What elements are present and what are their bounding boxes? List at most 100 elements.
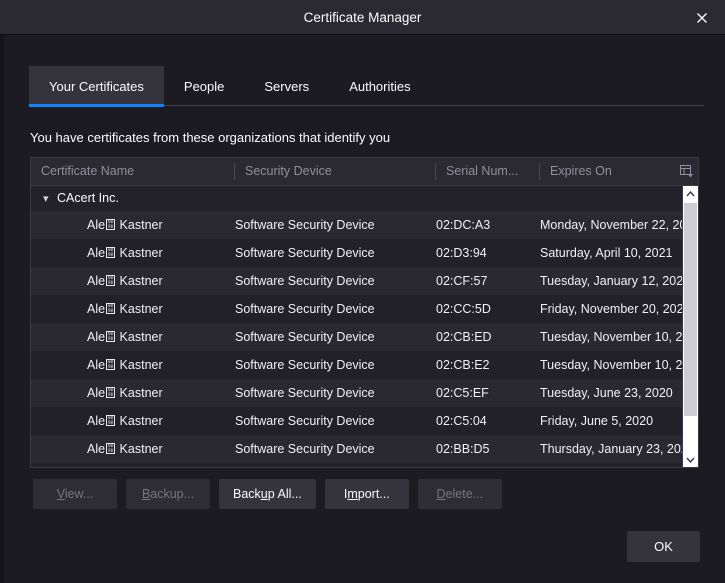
tab-servers[interactable]: Servers (244, 66, 329, 106)
table-row[interactable]: Ale0098 Kastner Software Security Device… (31, 351, 698, 379)
table-row[interactable]: Ale0098 Kastner Software Security Device… (31, 239, 698, 267)
name-suffix: Kastner (116, 330, 163, 344)
chevron-down-icon[interactable]: ▾ (43, 187, 57, 212)
tab-list: Your Certificates People Servers Authori… (29, 66, 431, 106)
scrollbar-thumb[interactable] (684, 203, 697, 416)
name-suffix: Kastner (116, 274, 163, 288)
name-prefix: Ale (87, 246, 105, 260)
name-prefix: Ale (87, 302, 105, 316)
window-title: Certificate Manager (0, 0, 725, 35)
view-button-label: View... (57, 487, 94, 501)
cell-serial-number: 02:CC:5D (436, 295, 491, 323)
name-suffix: Kastner (116, 218, 163, 232)
cell-security-device: Software Security Device (235, 211, 375, 239)
delete-button[interactable]: Delete... (418, 479, 502, 509)
cell-security-device: Software Security Device (235, 407, 375, 435)
cell-certificate-name: Ale0098 Kastner (87, 351, 163, 379)
column-header-expires-on[interactable]: Expires On (540, 158, 675, 185)
cell-security-device: Software Security Device (235, 239, 375, 267)
cell-expires-on: Friday, November 20, 2020 (540, 295, 691, 323)
missing-glyph-box-icon: 0098 (106, 247, 115, 258)
scroll-down-arrow-icon[interactable] (683, 452, 698, 468)
cell-serial-number: 02:D3:94 (436, 239, 487, 267)
cell-expires-on: Tuesday, January 12, 2021 (540, 267, 690, 295)
table-row[interactable]: Ale0098 Kastner Software Security Device… (31, 323, 698, 351)
tab-strip: Your Certificates People Servers Authori… (4, 36, 725, 110)
name-suffix: Kastner (116, 442, 163, 456)
ok-button-label: OK (654, 539, 673, 554)
missing-glyph-box-icon: 0098 (106, 415, 115, 426)
cell-serial-number: 02:CB:ED (436, 323, 492, 351)
cell-expires-on: Tuesday, November 10, 2020 (540, 323, 698, 351)
cell-certificate-name: Ale0098 Kastner (87, 435, 163, 463)
cell-certificate-name: Ale0098 Kastner (87, 407, 163, 435)
tab-label: Authorities (349, 79, 410, 94)
backup-all-button[interactable]: Backup All... (219, 479, 316, 509)
name-prefix: Ale (87, 218, 105, 232)
cell-serial-number: 02:BB:D5 (436, 435, 490, 463)
action-button-row: View... Backup... Backup All... Import..… (33, 479, 502, 509)
cell-serial-number: 02:CB:E2 (436, 351, 490, 379)
cell-security-device: Software Security Device (235, 379, 375, 407)
cell-expires-on: Monday, November 22, 2021 (540, 211, 698, 239)
column-header-security-device[interactable]: Security Device (235, 158, 435, 185)
backup-button-label: Backup... (142, 487, 194, 501)
intro-text: You have certificates from these organiz… (30, 130, 390, 145)
scroll-up-arrow-icon[interactable] (683, 186, 698, 202)
cell-security-device: Software Security Device (235, 323, 375, 351)
cell-certificate-name: Ale0098 Kastner (87, 211, 163, 239)
cell-expires-on: Tuesday, June 23, 2020 (540, 379, 673, 407)
column-header-serial-number[interactable]: Serial Num... (436, 158, 539, 185)
tab-label: People (184, 79, 224, 94)
import-button-label: Import... (344, 487, 390, 501)
cell-serial-number: 02:C5:EF (436, 379, 489, 407)
missing-glyph-box-icon: 0098 (106, 387, 115, 398)
table-row[interactable]: Ale0098 Kastner Software Security Device… (31, 267, 698, 295)
table-row[interactable]: Ale0098 Kastner Software Security Device… (31, 407, 698, 435)
cell-serial-number: 02:DC:A3 (436, 211, 490, 239)
tab-people[interactable]: People (164, 66, 244, 106)
cell-security-device: Software Security Device (235, 267, 375, 295)
import-button[interactable]: Import... (325, 479, 409, 509)
group-row-cacert[interactable]: ▾CAcert Inc. (31, 186, 698, 211)
table-row[interactable]: Ale0098 Kastner Software Security Device… (31, 211, 698, 239)
tab-authorities[interactable]: Authorities (329, 66, 430, 106)
table-rows-area: ▾CAcert Inc. Ale0098 Kastner Software Se… (31, 186, 698, 468)
name-suffix: Kastner (116, 246, 163, 260)
name-prefix: Ale (87, 414, 105, 428)
column-picker-icon[interactable] (674, 158, 698, 185)
table-row[interactable]: Ale0098 Kastner Software Security Device… (31, 379, 698, 407)
vertical-scrollbar[interactable] (682, 186, 698, 468)
missing-glyph-box-icon: 0098 (106, 443, 115, 454)
close-icon[interactable] (679, 0, 725, 35)
group-row-label: CAcert Inc. (57, 191, 119, 205)
table-column-header: Certificate Name Security Device Serial … (31, 158, 698, 186)
title-bar: Certificate Manager (0, 0, 725, 35)
missing-glyph-box-icon: 0098 (106, 303, 115, 314)
cell-serial-number: 02:C5:04 (436, 407, 487, 435)
cell-certificate-name: Ale0098 Kastner (87, 239, 163, 267)
missing-glyph-box-icon: 0098 (106, 275, 115, 286)
backup-button[interactable]: Backup... (126, 479, 210, 509)
cell-certificate-name: Ale0098 Kastner (87, 323, 163, 351)
ok-button[interactable]: OK (627, 531, 700, 562)
name-prefix: Ale (87, 274, 105, 288)
table-row[interactable]: Ale0098 Kastner Software Security Device… (31, 295, 698, 323)
cell-serial-number: 02:CF:57 (436, 267, 487, 295)
cell-certificate-name: Ale0098 Kastner (87, 267, 163, 295)
view-button[interactable]: View... (33, 479, 117, 509)
cell-expires-on: Friday, June 5, 2020 (540, 407, 653, 435)
table-row[interactable]: Ale0098 Kastner Software Security Device… (31, 435, 698, 463)
name-prefix: Ale (87, 358, 105, 372)
cell-expires-on: Tuesday, November 10, 2020 (540, 351, 698, 379)
cell-security-device: Software Security Device (235, 295, 375, 323)
column-header-certificate-name[interactable]: Certificate Name (31, 158, 234, 185)
missing-glyph-box-icon: 0098 (106, 359, 115, 370)
backup-all-button-label: Backup All... (233, 487, 302, 501)
cell-security-device: Software Security Device (235, 435, 375, 463)
tab-label: Your Certificates (49, 79, 144, 94)
cell-expires-on: Saturday, April 10, 2021 (540, 239, 673, 267)
name-suffix: Kastner (116, 414, 163, 428)
delete-button-label: Delete... (437, 487, 484, 501)
tab-your-certificates[interactable]: Your Certificates (29, 66, 164, 106)
